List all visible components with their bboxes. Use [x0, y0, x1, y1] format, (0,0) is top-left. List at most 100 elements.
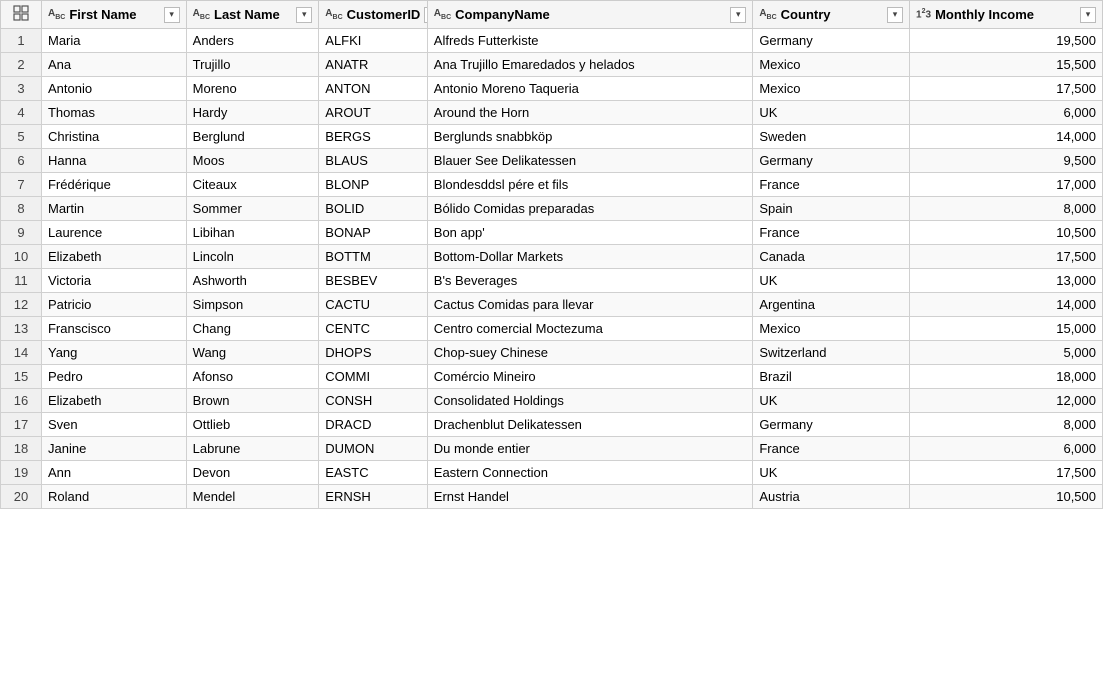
cell-income: 19,500: [910, 29, 1103, 53]
cell-last: Hardy: [186, 101, 319, 125]
cell-country: Argentina: [753, 293, 910, 317]
cell-income: 10,500: [910, 485, 1103, 509]
abc-type-icon: ABC: [434, 8, 451, 21]
cell-first: Maria: [41, 29, 186, 53]
cell-cid: BLAUS: [319, 149, 428, 173]
cell-country: Switzerland: [753, 341, 910, 365]
cell-cid: CACTU: [319, 293, 428, 317]
table-row: 7FrédériqueCiteauxBLONPBlondesddsl pére …: [1, 173, 1103, 197]
num-type-icon: 123: [916, 8, 931, 20]
cell-company: Drachenblut Delikatessen: [427, 413, 753, 437]
cell-income: 8,000: [910, 197, 1103, 221]
cell-last: Anders: [186, 29, 319, 53]
cell-income: 14,000: [910, 125, 1103, 149]
cell-company: Bottom-Dollar Markets: [427, 245, 753, 269]
data-table: ABC First Name ▾ ABC Last Name ▾ ABC: [0, 0, 1103, 509]
cell-company: Berglunds snabbköp: [427, 125, 753, 149]
cell-index: 1: [1, 29, 42, 53]
cell-cid: CONSH: [319, 389, 428, 413]
cell-last: Devon: [186, 461, 319, 485]
cell-first: Roland: [41, 485, 186, 509]
cell-cid: AROUT: [319, 101, 428, 125]
header-monthly-income: 123 Monthly Income ▾: [910, 1, 1103, 29]
table-row: 18JanineLabruneDUMONDu monde entierFranc…: [1, 437, 1103, 461]
abc-type-icon: ABC: [193, 8, 210, 21]
first-name-filter-button[interactable]: ▾: [164, 7, 180, 23]
header-company-name-label: CompanyName: [455, 7, 550, 22]
cell-country: Sweden: [753, 125, 910, 149]
cell-cid: BLONP: [319, 173, 428, 197]
cell-income: 6,000: [910, 437, 1103, 461]
cell-last: Trujillo: [186, 53, 319, 77]
cell-company: Comércio Mineiro: [427, 365, 753, 389]
cell-income: 6,000: [910, 101, 1103, 125]
cell-country: Mexico: [753, 317, 910, 341]
header-last-name-label: Last Name: [214, 7, 280, 22]
cell-index: 19: [1, 461, 42, 485]
cell-index: 8: [1, 197, 42, 221]
cell-index: 14: [1, 341, 42, 365]
cell-country: Spain: [753, 197, 910, 221]
cell-last: Moreno: [186, 77, 319, 101]
cell-index: 3: [1, 77, 42, 101]
cell-company: Blondesddsl pére et fils: [427, 173, 753, 197]
abc-type-icon: ABC: [48, 8, 65, 21]
cell-cid: BERGS: [319, 125, 428, 149]
cell-income: 8,000: [910, 413, 1103, 437]
cell-country: Germany: [753, 29, 910, 53]
last-name-filter-button[interactable]: ▾: [296, 7, 312, 23]
country-filter-button[interactable]: ▾: [887, 7, 903, 23]
monthly-income-filter-button[interactable]: ▾: [1080, 7, 1096, 23]
cell-country: Austria: [753, 485, 910, 509]
table-row: 13FransciscoChangCENTCCentro comercial M…: [1, 317, 1103, 341]
cell-first: Christina: [41, 125, 186, 149]
cell-cid: ANTON: [319, 77, 428, 101]
header-index: [1, 1, 42, 29]
cell-country: Canada: [753, 245, 910, 269]
cell-company: Eastern Connection: [427, 461, 753, 485]
company-name-filter-button[interactable]: ▾: [730, 7, 746, 23]
cell-cid: BOLID: [319, 197, 428, 221]
cell-first: Patricio: [41, 293, 186, 317]
table-row: 2AnaTrujilloANATRAna Trujillo Emaredados…: [1, 53, 1103, 77]
table-row: 3AntonioMorenoANTONAntonio Moreno Taquer…: [1, 77, 1103, 101]
cell-index: 12: [1, 293, 42, 317]
header-country-label: Country: [781, 7, 831, 22]
cell-index: 18: [1, 437, 42, 461]
header-last-name: ABC Last Name ▾: [186, 1, 319, 29]
cell-index: 4: [1, 101, 42, 125]
cell-first: Elizabeth: [41, 245, 186, 269]
cell-income: 17,500: [910, 461, 1103, 485]
cell-income: 5,000: [910, 341, 1103, 365]
header-monthly-income-label: Monthly Income: [935, 7, 1034, 22]
cell-index: 2: [1, 53, 42, 77]
cell-company: Du monde entier: [427, 437, 753, 461]
abc-type-icon: ABC: [325, 8, 342, 21]
cell-company: Alfreds Futterkiste: [427, 29, 753, 53]
cell-first: Frédérique: [41, 173, 186, 197]
cell-cid: DUMON: [319, 437, 428, 461]
cell-cid: ALFKI: [319, 29, 428, 53]
cell-income: 9,500: [910, 149, 1103, 173]
table-row: 16ElizabethBrownCONSHConsolidated Holdin…: [1, 389, 1103, 413]
table-row: 20RolandMendelERNSHErnst HandelAustria10…: [1, 485, 1103, 509]
table-row: 19AnnDevonEASTCEastern ConnectionUK17,50…: [1, 461, 1103, 485]
cell-last: Lincoln: [186, 245, 319, 269]
cell-cid: COMMI: [319, 365, 428, 389]
cell-last: Ashworth: [186, 269, 319, 293]
cell-last: Moos: [186, 149, 319, 173]
cell-company: B's Beverages: [427, 269, 753, 293]
cell-first: Ana: [41, 53, 186, 77]
cell-cid: DHOPS: [319, 341, 428, 365]
table-row: 10ElizabethLincolnBOTTMBottom-Dollar Mar…: [1, 245, 1103, 269]
cell-index: 10: [1, 245, 42, 269]
table-row: 1MariaAndersALFKIAlfreds FutterkisteGerm…: [1, 29, 1103, 53]
header-customer-id: ABC CustomerID ▾: [319, 1, 428, 29]
cell-last: Brown: [186, 389, 319, 413]
cell-country: France: [753, 221, 910, 245]
table-row: 15PedroAfonsoCOMMIComércio MineiroBrazil…: [1, 365, 1103, 389]
cell-first: Victoria: [41, 269, 186, 293]
cell-last: Berglund: [186, 125, 319, 149]
cell-country: Germany: [753, 149, 910, 173]
cell-index: 16: [1, 389, 42, 413]
